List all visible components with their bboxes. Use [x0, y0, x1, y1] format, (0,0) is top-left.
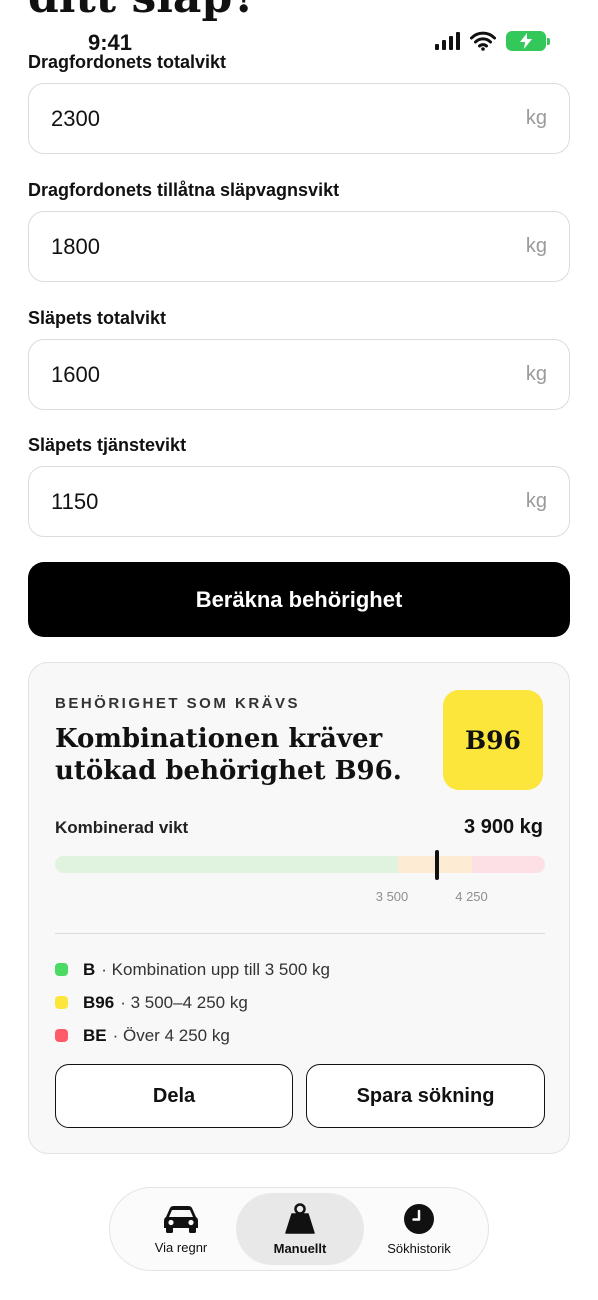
- weight-marker: [435, 850, 440, 880]
- tab-via-regnr[interactable]: Via regnr: [117, 1193, 245, 1265]
- result-heading: Kombinationen kräver utökad behörighet B…: [55, 724, 402, 786]
- field-value: 1800: [51, 233, 100, 259]
- scale-segment-b: [55, 856, 398, 873]
- legend-code: BE: [83, 1025, 107, 1045]
- scale-tick-label: 3 500: [375, 889, 409, 904]
- weight-icon: [285, 1202, 315, 1234]
- field-label-trailer-total-weight: Släpets totalvikt: [28, 308, 167, 328]
- trailer-curb-weight-input[interactable]: 1150 kg: [28, 466, 570, 537]
- license-legend: B · Kombination upp till 3 500 kg B96 · …: [55, 953, 330, 1052]
- result-card: BEHÖRIGHET SOM KRÄVS Kombinationen kräve…: [28, 662, 570, 1154]
- tab-label: Sökhistorik: [387, 1240, 451, 1256]
- trailer-total-weight-input[interactable]: 1600 kg: [28, 339, 570, 410]
- status-icons: [435, 31, 550, 51]
- tab-manuellt[interactable]: Manuellt: [236, 1193, 364, 1265]
- legend-dot: [55, 1029, 68, 1042]
- combined-weight-label: Kombinerad vikt: [55, 818, 189, 837]
- tab-bar: Via regnr Manuellt Sökhistorik: [109, 1187, 489, 1271]
- weight-scale-bar: [55, 856, 545, 873]
- legend-item-be: BE · Över 4 250 kg: [55, 1019, 330, 1052]
- license-badge: B96: [443, 690, 543, 790]
- legend-dot: [55, 996, 68, 1009]
- scale-segment-be: [471, 856, 545, 873]
- page-heading: ditt släp?: [28, 0, 258, 23]
- battery-charging-icon: [506, 31, 550, 51]
- tab-sokhistorik[interactable]: Sökhistorik: [355, 1193, 483, 1265]
- field-label-tow-total-weight: Dragfordonets totalvikt: [28, 52, 227, 72]
- result-eyebrow: BEHÖRIGHET SOM KRÄVS: [55, 695, 301, 712]
- legend-code: B: [83, 959, 96, 979]
- legend-dot: [55, 963, 68, 976]
- wifi-icon: [470, 31, 496, 51]
- field-unit: kg: [525, 363, 547, 385]
- clock-icon: [404, 1203, 434, 1234]
- field-label-trailer-curb-weight: Släpets tjänstevikt: [28, 435, 187, 455]
- scale-tick-label: 4 250: [455, 889, 488, 904]
- legend-item-b96: B96 · 3 500–4 250 kg: [55, 986, 330, 1019]
- legend-text: · Kombination upp till 3 500 kg: [101, 959, 330, 979]
- combined-weight-value: 3 900 kg: [464, 816, 543, 838]
- legend-text: · Över 4 250 kg: [112, 1025, 230, 1045]
- cellular-signal-icon: [435, 32, 460, 50]
- calculate-button[interactable]: Beräkna behörighet: [28, 562, 570, 637]
- field-value: 1150: [51, 488, 99, 514]
- tab-label: Via regnr: [154, 1239, 208, 1255]
- field-unit: kg: [525, 235, 547, 257]
- field-label-allowed-trailer-weight: Dragfordonets tillåtna släpvagnsvikt: [28, 180, 340, 200]
- field-value: 2300: [51, 105, 100, 131]
- allowed-trailer-weight-input[interactable]: 1800 kg: [28, 211, 570, 282]
- legend-text: · 3 500–4 250 kg: [120, 992, 248, 1012]
- tow-total-weight-input[interactable]: 2300 kg: [28, 83, 570, 154]
- legend-code: B96: [83, 992, 115, 1012]
- legend-item-b: B · Kombination upp till 3 500 kg: [55, 953, 330, 986]
- tab-label: Manuellt: [273, 1240, 327, 1256]
- field-unit: kg: [525, 107, 547, 129]
- share-button[interactable]: Dela: [55, 1064, 293, 1128]
- divider: [55, 933, 545, 934]
- field-unit: kg: [525, 490, 547, 512]
- save-search-button[interactable]: Spara sökning: [306, 1064, 545, 1128]
- field-value: 1600: [51, 361, 100, 387]
- car-icon: [164, 1205, 198, 1233]
